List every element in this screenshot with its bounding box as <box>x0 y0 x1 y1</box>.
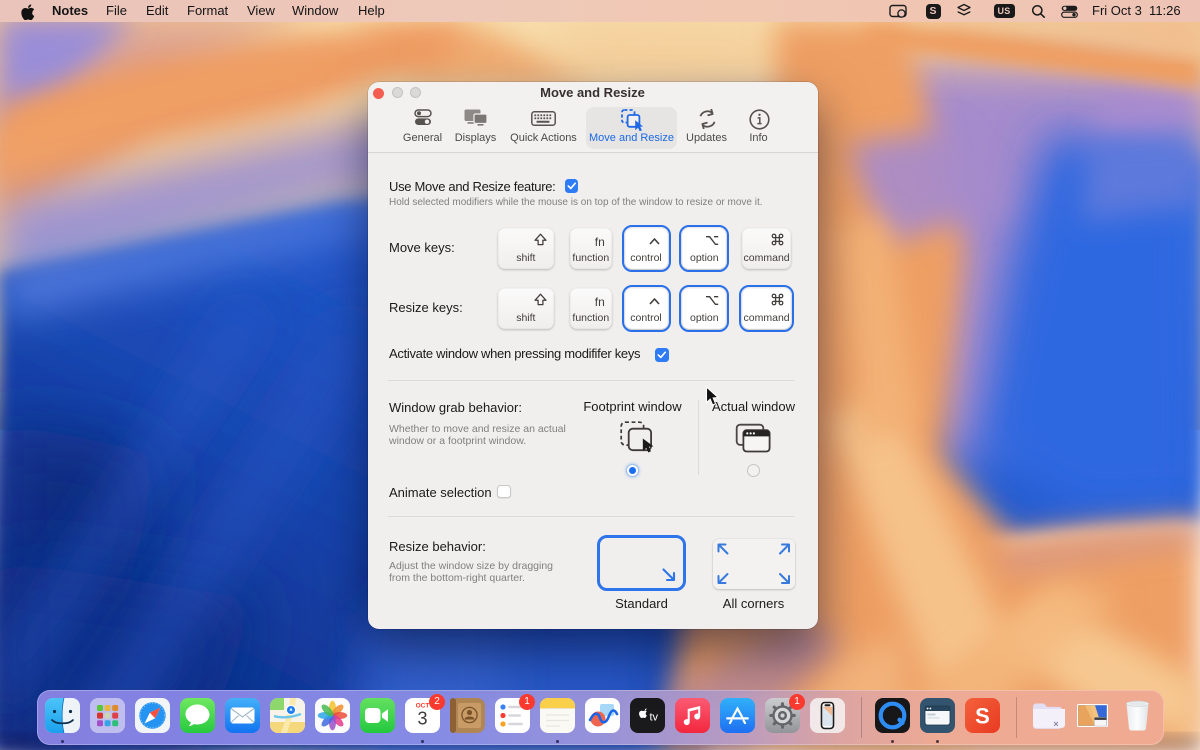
svg-text:S: S <box>975 704 990 729</box>
svg-text:tv: tv <box>650 712 659 724</box>
svg-text:×: × <box>1053 719 1058 729</box>
svg-text:3: 3 <box>417 709 427 729</box>
